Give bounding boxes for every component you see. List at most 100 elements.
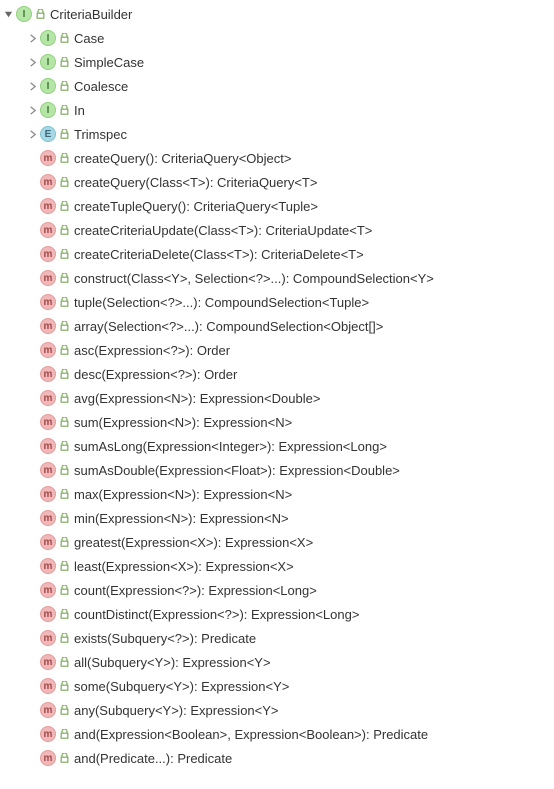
lock-icon	[58, 272, 70, 284]
method-icon: m	[40, 486, 56, 502]
lock-icon	[58, 80, 70, 92]
method-icon: m	[40, 750, 56, 766]
tree-row[interactable]: m sumAsDouble(Expression<Float>): Express…	[0, 458, 554, 482]
method-icon: m	[40, 582, 56, 598]
lock-icon	[58, 320, 70, 332]
lock-icon	[58, 488, 70, 500]
tree-item-label: Coalesce	[74, 79, 128, 94]
lock-icon	[58, 416, 70, 428]
lock-icon	[58, 296, 70, 308]
lock-icon	[58, 152, 70, 164]
method-icon: m	[40, 438, 56, 454]
interface-icon: I	[40, 54, 56, 70]
method-icon: m	[40, 726, 56, 742]
tree-row-root[interactable]: I CriteriaBuilder	[0, 2, 554, 26]
method-icon: m	[40, 390, 56, 406]
tree-row[interactable]: ISimpleCase	[0, 50, 554, 74]
expand-toggle-icon[interactable]	[24, 30, 40, 46]
tree-row[interactable]: I In	[0, 98, 554, 122]
tree-row[interactable]: m all(Subquery<Y>): Expression<Y>	[0, 650, 554, 674]
lock-icon	[58, 176, 70, 188]
method-icon: m	[40, 366, 56, 382]
lock-icon	[58, 752, 70, 764]
tree-row[interactable]: m least(Expression<X>): Expression<X>	[0, 554, 554, 578]
tree-row[interactable]: ICoalesce	[0, 74, 554, 98]
expand-toggle-icon[interactable]	[24, 54, 40, 70]
tree-row[interactable]: mand(Expression<Boolean>, Expression<Boo…	[0, 722, 554, 746]
tree-row[interactable]: mconstruct(Class<Y>, Selection<?>...): C…	[0, 266, 554, 290]
lock-icon	[58, 128, 70, 140]
expand-toggle-icon[interactable]	[24, 126, 40, 142]
tree-row[interactable]: mavg(Expression<N>): Expression<Double>	[0, 386, 554, 410]
method-icon: m	[40, 702, 56, 718]
tree-item-label: tuple(Selection<?>...): CompoundSelectio…	[74, 295, 369, 310]
lock-icon	[34, 8, 46, 20]
tree-item-label: construct(Class<Y>, Selection<?>...): Co…	[74, 271, 434, 286]
tree-item-label: sumAsLong(Expression<Integer>): Expressi…	[74, 439, 387, 454]
method-icon: m	[40, 462, 56, 478]
tree-item-label: and(Predicate...): Predicate	[74, 751, 232, 766]
tree-item-label: countDistinct(Expression<?>): Expression…	[74, 607, 359, 622]
tree-item-label: In	[74, 103, 85, 118]
tree-row[interactable]: m and(Predicate...): Predicate	[0, 746, 554, 770]
tree-item-label: some(Subquery<Y>): Expression<Y>	[74, 679, 289, 694]
tree-row[interactable]: m tuple(Selection<?>...): CompoundSelecti…	[0, 290, 554, 314]
tree-row[interactable]: m count(Expression<?>): Expression<Long>	[0, 578, 554, 602]
method-icon: m	[40, 318, 56, 334]
tree-item-label: createQuery(Class<T>): CriteriaQuery<T>	[74, 175, 317, 190]
tree-row[interactable]: msome(Subquery<Y>): Expression<Y>	[0, 674, 554, 698]
tree-item-label: sumAsDouble(Expression<Float>): Expressi…	[74, 463, 400, 478]
method-icon: m	[40, 294, 56, 310]
tree-item-label: array(Selection<?>...): CompoundSelectio…	[74, 319, 383, 334]
tree-row[interactable]: m countDistinct(Expression<?>): Expressio…	[0, 602, 554, 626]
tree-row[interactable]: mcreateCriteriaUpdate(Class<T>): Criteri…	[0, 218, 554, 242]
lock-icon	[58, 632, 70, 644]
tree-row[interactable]: msum(Expression<N>): Expression<N>	[0, 410, 554, 434]
tree-item-label: createCriteriaDelete(Class<T>): Criteria…	[74, 247, 364, 262]
lock-icon	[58, 560, 70, 572]
tree-item-label: Case	[74, 31, 104, 46]
method-icon: m	[40, 654, 56, 670]
method-icon: m	[40, 606, 56, 622]
expand-toggle-icon[interactable]	[24, 102, 40, 118]
tree-row[interactable]: many(Subquery<Y>): Expression<Y>	[0, 698, 554, 722]
tree-item-label: desc(Expression<?>): Order	[74, 367, 237, 382]
interface-icon: I	[40, 102, 56, 118]
tree-row[interactable]: mcreateQuery(): CriteriaQuery<Object>	[0, 146, 554, 170]
tree-row[interactable]: m array(Selection<?>...): CompoundSelecti…	[0, 314, 554, 338]
tree-item-label: all(Subquery<Y>): Expression<Y>	[74, 655, 271, 670]
lock-icon	[58, 392, 70, 404]
tree-row[interactable]: m desc(Expression<?>): Order	[0, 362, 554, 386]
tree-row[interactable]: mcreateQuery(Class<T>): CriteriaQuery<T>	[0, 170, 554, 194]
lock-icon	[58, 656, 70, 668]
method-icon: m	[40, 342, 56, 358]
structure-tree: I CriteriaBuilder ICaseISimpleCaseICoale…	[0, 0, 554, 772]
tree-row[interactable]: m max(Expression<N>): Expression<N>	[0, 482, 554, 506]
tree-item-label: count(Expression<?>): Expression<Long>	[74, 583, 317, 598]
method-icon: m	[40, 510, 56, 526]
method-icon: m	[40, 222, 56, 238]
tree-item-label: max(Expression<N>): Expression<N>	[74, 487, 292, 502]
expand-toggle-icon[interactable]	[0, 6, 16, 22]
tree-row[interactable]: mgreatest(Expression<X>): Expression<X>	[0, 530, 554, 554]
method-icon: m	[40, 534, 56, 550]
tree-row[interactable]: mexists(Subquery<?>): Predicate	[0, 626, 554, 650]
method-icon: m	[40, 558, 56, 574]
lock-icon	[58, 536, 70, 548]
tree-row[interactable]: masc(Expression<?>): Order	[0, 338, 554, 362]
tree-row[interactable]: mcreateTupleQuery(): CriteriaQuery<Tuple…	[0, 194, 554, 218]
interface-icon: I	[16, 6, 32, 22]
tree-row[interactable]: mmin(Expression<N>): Expression<N>	[0, 506, 554, 530]
expand-toggle-icon[interactable]	[24, 78, 40, 94]
tree-row[interactable]: I Case	[0, 26, 554, 50]
tree-item-label: least(Expression<X>): Expression<X>	[74, 559, 294, 574]
tree-row[interactable]: m sumAsLong(Expression<Integer>): Express…	[0, 434, 554, 458]
interface-icon: I	[40, 30, 56, 46]
tree-item-label: Trimspec	[74, 127, 127, 142]
method-icon: m	[40, 414, 56, 430]
lock-icon	[58, 464, 70, 476]
enum-icon: E	[40, 126, 56, 142]
tree-row[interactable]: E Trimspec	[0, 122, 554, 146]
tree-row[interactable]: mcreateCriteriaDelete(Class<T>): Criteri…	[0, 242, 554, 266]
lock-icon	[58, 608, 70, 620]
